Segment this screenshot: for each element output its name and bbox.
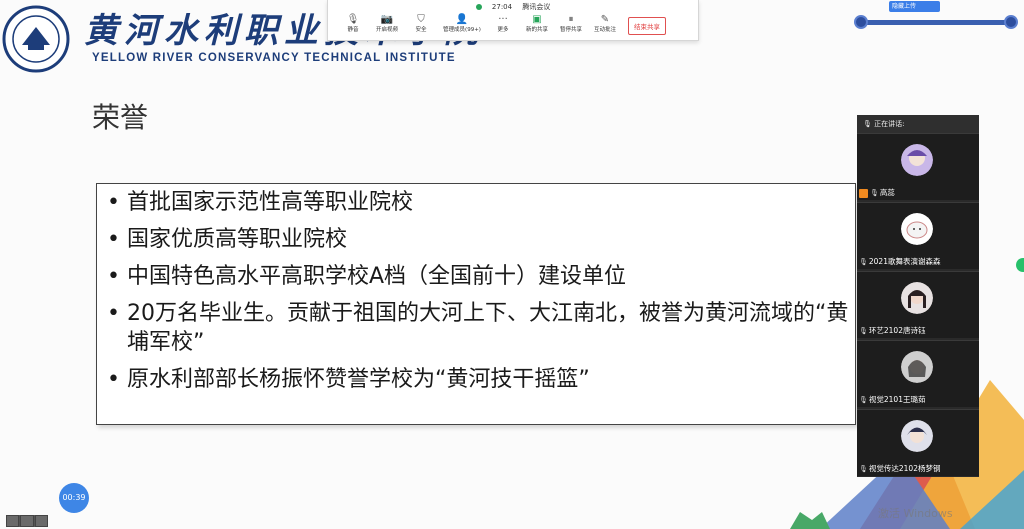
video-off-icon: 📷 xyxy=(380,14,394,25)
avatar xyxy=(901,282,933,314)
shield-icon: ⛉ xyxy=(417,14,425,25)
honor-item: 首批国家示范性高等职业院校 xyxy=(105,188,849,217)
members-icon: 👤 xyxy=(455,14,469,25)
slide-title: 荣誉 xyxy=(92,101,149,134)
progress-start-handle[interactable] xyxy=(854,15,868,29)
honors-box: 首批国家示范性高等职业院校 国家优质高等职业院校 中国特色高水平高职学校A档（全… xyxy=(96,183,856,425)
institute-logo-icon xyxy=(2,5,70,73)
participant-tile[interactable]: 🎙高蕊 xyxy=(857,133,979,200)
honor-item: 国家优质高等职业院校 xyxy=(105,225,849,254)
activate-windows-watermark: 激活 Windows xyxy=(878,507,953,520)
mini-control-bar[interactable] xyxy=(6,515,48,527)
start-video-button[interactable]: 📷 开启视频 xyxy=(370,14,404,34)
participant-tile[interactable]: 🎙视觉传达2102杨梦钢 xyxy=(857,409,979,476)
mic-icon: 🎙 xyxy=(870,189,879,197)
meeting-toolbar: 27:04 腾讯会议 🎙 静音 📷 开启视频 ⛉ 安全 👤 管理成员(99+) … xyxy=(327,0,699,41)
avatar xyxy=(901,420,933,452)
mute-button[interactable]: 🎙 静音 xyxy=(336,14,370,34)
participant-tile[interactable]: 🎙2021歌舞表演谢森森 xyxy=(857,202,979,269)
mic-icon: 🎙 xyxy=(863,120,872,128)
honor-item: 原水利部部长杨振怀赞誉学校为“黄河技干摇篮” xyxy=(105,365,849,394)
mic-off-icon: 🎙 xyxy=(859,258,868,266)
pause-share-icon: ⏸ xyxy=(568,14,574,25)
annotate-button[interactable]: ✎ 互动批注 xyxy=(588,14,622,34)
participant-tile[interactable]: 🎙视觉2101王璐茹 xyxy=(857,340,979,407)
pause-share-button[interactable]: ⏸ 暂停共享 xyxy=(554,14,588,34)
institute-name-en: YELLOW RIVER CONSERVANCY TECHNICAL INSTI… xyxy=(92,52,456,64)
speaking-label: 正在讲话: xyxy=(874,120,905,128)
side-panel-handle[interactable] xyxy=(1016,258,1024,272)
security-button[interactable]: ⛉ 安全 xyxy=(404,14,438,34)
share-screen-icon: ▣ xyxy=(532,14,542,25)
participant-name: 环艺2102唐诗钰 xyxy=(868,326,926,335)
participant-name: 2021歌舞表演谢森森 xyxy=(868,257,941,266)
avatar xyxy=(901,213,933,245)
meeting-app-name: 腾讯会议 xyxy=(522,3,551,11)
participant-name: 视觉2101王璐茹 xyxy=(868,395,926,404)
honor-item: 20万名毕业生。贡献于祖国的大河上下、大江南北，被誉为黄河流域的“黄埔军校” xyxy=(105,299,849,357)
host-badge-icon xyxy=(859,188,868,198)
participants-panel: 🎙 正在讲话: 🎙高蕊 🎙2021歌舞表演谢森森 🎙环艺2102唐诗钰 🎙视觉2… xyxy=(857,115,979,477)
mic-off-icon: 🎙 xyxy=(859,396,868,404)
manage-members-button[interactable]: 👤 管理成员(99+) xyxy=(438,14,486,34)
annotate-icon: ✎ xyxy=(600,14,610,25)
mic-off-icon: 🎙 xyxy=(859,327,868,335)
meeting-time: 27:04 xyxy=(491,3,513,11)
progress-end-handle[interactable] xyxy=(1004,15,1018,29)
more-button[interactable]: ··· 更多 xyxy=(486,14,520,34)
more-icon: ··· xyxy=(498,14,508,25)
hide-upload-button[interactable]: 隐藏上传 xyxy=(889,1,940,12)
participant-name: 高蕊 xyxy=(879,188,895,197)
playback-progress[interactable] xyxy=(854,15,1018,29)
timer-badge[interactable]: 00:39 xyxy=(59,483,89,513)
mic-off-icon: 🎙 xyxy=(859,465,868,473)
avatar xyxy=(901,351,933,383)
participant-name: 视觉传达2102杨梦钢 xyxy=(868,464,941,473)
mic-icon: 🎙 xyxy=(346,14,360,25)
honor-item: 中国特色高水平高职学校A档（全国前十）建设单位 xyxy=(105,262,849,291)
new-share-button[interactable]: ▣ 新的共享 xyxy=(520,14,554,34)
recording-indicator-icon xyxy=(475,4,482,10)
end-share-button[interactable]: 结束共享 xyxy=(628,17,666,35)
avatar xyxy=(901,144,933,176)
honors-list: 首批国家示范性高等职业院校 国家优质高等职业院校 中国特色高水平高职学校A档（全… xyxy=(105,188,849,402)
participant-tile[interactable]: 🎙环艺2102唐诗钰 xyxy=(857,271,979,338)
